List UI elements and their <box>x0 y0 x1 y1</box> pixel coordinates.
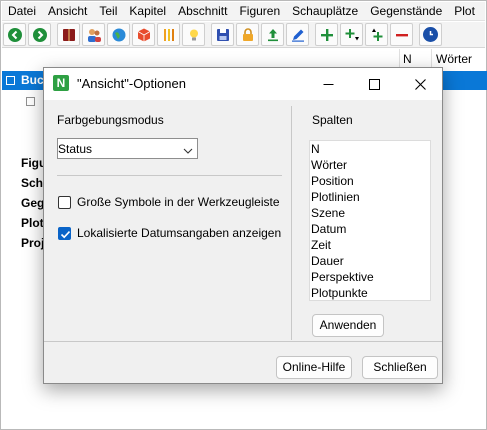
save-button[interactable] <box>211 23 234 46</box>
color-mode-value: Status <box>58 142 93 156</box>
plus-down-icon <box>345 28 359 40</box>
view-options-dialog: N "Ansicht"-Optionen Farbgebungsmodus St… <box>43 67 443 384</box>
tree-item-items[interactable]: Geg <box>21 196 44 210</box>
list-item[interactable]: Position <box>311 174 354 188</box>
menu-figuren[interactable]: Figuren <box>233 2 286 20</box>
plus-icon <box>320 28 333 41</box>
people-icon <box>87 28 101 42</box>
remove-button[interactable] <box>390 23 413 46</box>
color-mode-label: Farbgebungsmodus <box>57 113 164 127</box>
menu-teil[interactable]: Teil <box>93 2 123 20</box>
dialog-titlebar[interactable]: N "Ansicht"-Optionen <box>44 68 442 100</box>
cube-icon <box>137 28 150 41</box>
clock-icon <box>423 27 438 42</box>
toolbar <box>2 22 485 48</box>
ideas-button[interactable] <box>182 23 205 46</box>
columns-list[interactable]: N Wörter Position Plotlinien Szene Datum… <box>309 140 431 301</box>
globe-icon <box>112 28 125 41</box>
large-icons-label: Große Symbole in der Werkzeugleiste <box>77 195 280 209</box>
items-button[interactable] <box>132 23 155 46</box>
minus-icon <box>395 33 408 36</box>
dialog-title: "Ansicht"-Optionen <box>77 76 186 91</box>
collapse-icon[interactable] <box>6 76 15 85</box>
maximize-button[interactable] <box>354 68 394 100</box>
color-mode-select[interactable]: Status <box>57 138 198 159</box>
chevron-down-icon <box>183 144 193 158</box>
close-button[interactable]: Schließen <box>362 356 438 379</box>
menu-schauplaetze[interactable]: Schauplätze <box>286 2 364 20</box>
localized-dates-label: Lokalisierte Datumsangaben anzeigen <box>77 226 282 240</box>
add-child-button[interactable] <box>340 23 363 46</box>
close-window-button[interactable] <box>400 68 440 100</box>
menu-ansicht[interactable]: Ansicht <box>42 2 93 20</box>
menu-datei[interactable]: Datei <box>2 2 42 20</box>
add-sibling-button[interactable] <box>365 23 388 46</box>
list-item[interactable]: N <box>311 142 320 156</box>
list-item[interactable]: Szene <box>311 206 345 220</box>
divider <box>291 106 292 340</box>
book-button[interactable] <box>57 23 80 46</box>
large-icons-checkbox[interactable] <box>58 196 71 209</box>
tree-row-label: Buc <box>21 73 44 87</box>
divider <box>44 341 442 342</box>
divider <box>57 175 282 176</box>
list-item[interactable]: Plotpunkte <box>311 286 368 300</box>
menu-gegenstaende[interactable]: Gegenstände <box>364 2 448 20</box>
menu-plot[interactable]: Plot <box>448 2 481 20</box>
columns-label: Spalten <box>312 113 353 127</box>
checkmark-icon <box>60 231 71 239</box>
minimize-button[interactable] <box>308 68 348 100</box>
list-item[interactable]: Zeit <box>311 238 331 252</box>
maximize-icon <box>368 78 380 90</box>
column-header-n[interactable]: N <box>399 49 431 69</box>
timeline-button[interactable] <box>419 23 442 46</box>
plot-lines-icon <box>163 28 174 41</box>
list-item[interactable]: Wörter <box>311 158 347 172</box>
list-item[interactable]: Plotlinien <box>311 190 360 204</box>
app-icon: N <box>53 75 69 91</box>
list-item[interactable]: Datum <box>311 222 346 236</box>
lightbulb-icon <box>189 29 198 40</box>
back-button[interactable] <box>3 23 26 46</box>
collapse-icon[interactable] <box>26 97 35 106</box>
edit-button[interactable] <box>286 23 309 46</box>
menu-kapitel[interactable]: Kapitel <box>123 2 172 20</box>
save-icon <box>216 28 229 41</box>
add-button[interactable] <box>315 23 338 46</box>
lock-icon <box>242 27 253 41</box>
tree-item-locations[interactable]: Sch <box>21 176 43 190</box>
close-icon <box>414 78 426 90</box>
tree-item-plot[interactable]: Plot <box>21 216 44 230</box>
upload-icon <box>267 28 278 41</box>
plus-up-icon <box>371 28 382 41</box>
locations-button[interactable] <box>107 23 130 46</box>
menubar: Datei Ansicht Teil Kapitel Abschnitt Fig… <box>2 2 485 21</box>
characters-button[interactable] <box>82 23 105 46</box>
plot-lines-button[interactable] <box>157 23 180 46</box>
forward-button[interactable] <box>28 23 51 46</box>
book-icon <box>62 28 75 41</box>
arrow-right-icon <box>32 27 47 42</box>
arrow-left-icon <box>7 27 22 42</box>
pencil-icon <box>291 29 304 42</box>
menu-abschnitt[interactable]: Abschnitt <box>172 2 233 20</box>
lock-button[interactable] <box>236 23 259 46</box>
tree-item-project[interactable]: Proj <box>21 236 44 250</box>
apply-button[interactable]: Anwenden <box>312 314 384 337</box>
online-help-button[interactable]: Online-Hilfe <box>276 356 352 379</box>
export-button[interactable] <box>261 23 284 46</box>
minimize-icon <box>323 83 333 85</box>
list-item[interactable]: Dauer <box>311 254 344 268</box>
column-header-words[interactable]: Wörter <box>431 49 487 69</box>
localized-dates-checkbox[interactable] <box>58 227 71 240</box>
list-item[interactable]: Perspektive <box>311 270 374 284</box>
